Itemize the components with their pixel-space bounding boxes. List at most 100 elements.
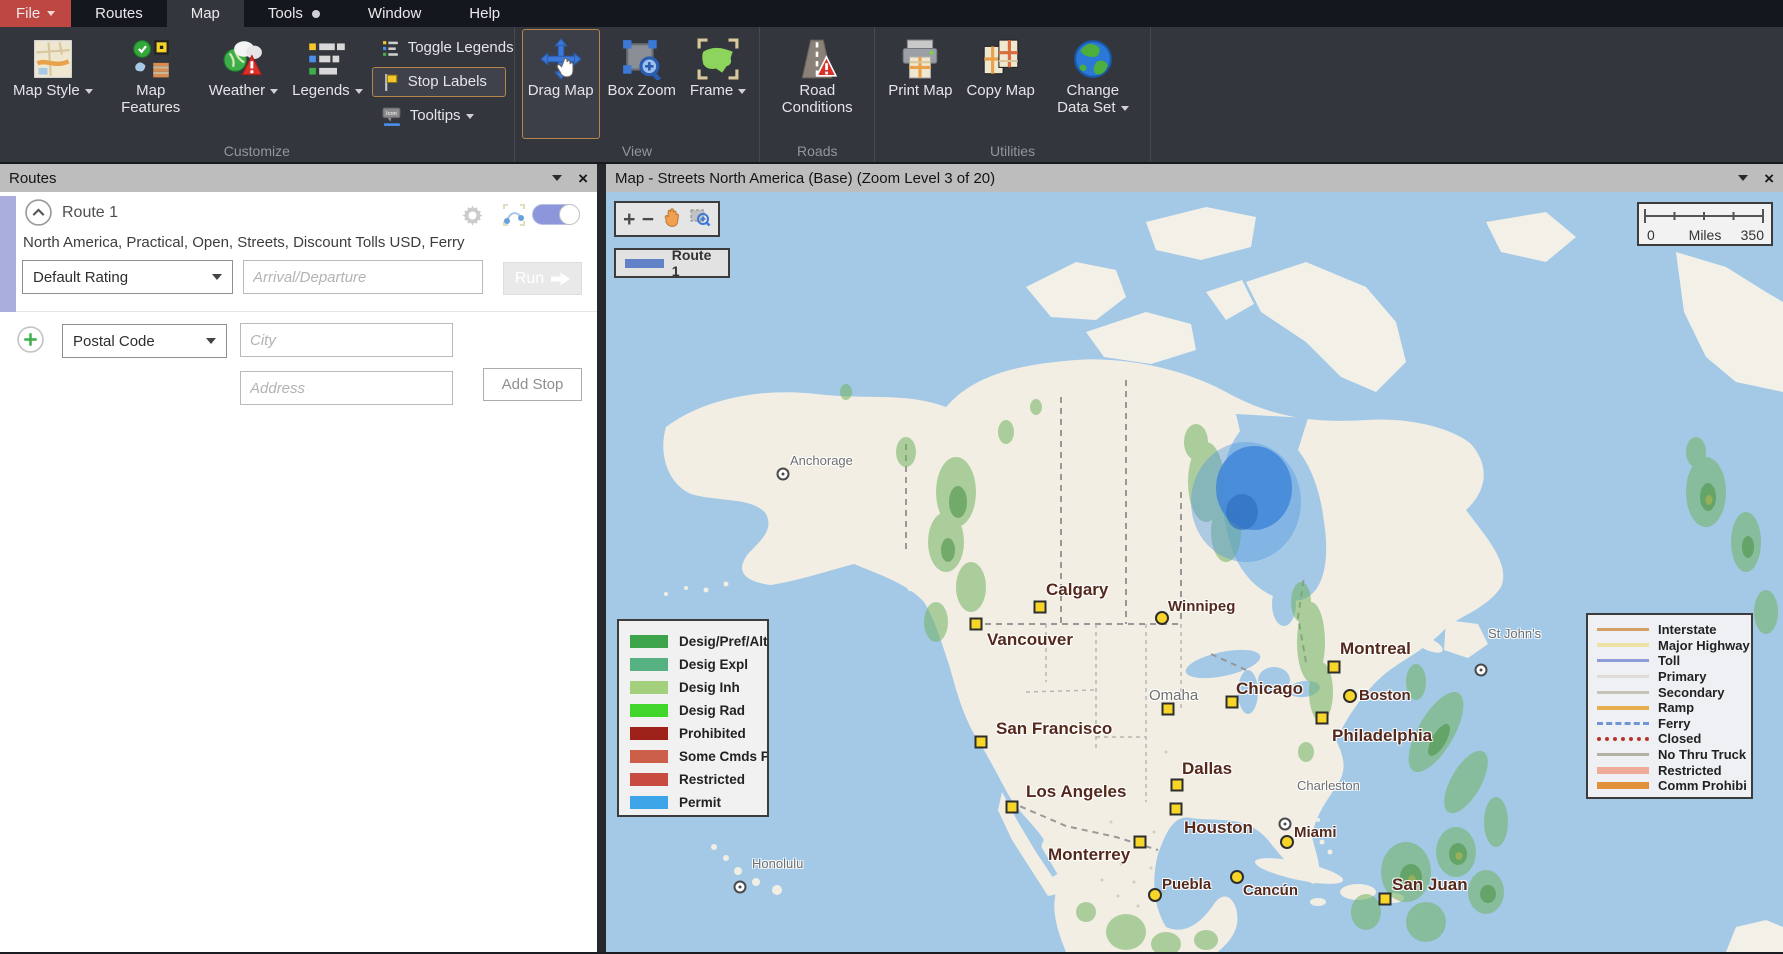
frame-icon	[697, 35, 739, 83]
ribbon-button-road-conditions[interactable]: Road Conditions	[767, 29, 867, 139]
menu-item-help[interactable]: Help	[445, 0, 524, 27]
city-marker-miami[interactable]	[1280, 835, 1294, 849]
stop-labels-icon	[382, 71, 401, 93]
city-marker-omaha[interactable]	[1162, 703, 1175, 716]
city-marker-monterrey[interactable]	[1134, 836, 1147, 849]
menu-item-routes[interactable]: Routes	[71, 0, 167, 27]
city-marker-philadelphia[interactable]	[1316, 712, 1329, 725]
ribbon-button-box-zoom[interactable]: Box Zoom	[602, 29, 682, 139]
address-input[interactable]	[240, 371, 453, 405]
rating-select-value: Default Rating	[33, 269, 128, 286]
add-stop-plus-icon[interactable]	[17, 326, 44, 358]
city-marker-boston[interactable]	[1343, 689, 1357, 703]
city-label-dallas: Dallas	[1182, 759, 1232, 779]
road-conditions-icon	[796, 35, 838, 83]
city-marker-st-john-s[interactable]	[1475, 664, 1488, 677]
status-dot-icon	[312, 10, 320, 18]
ribbon-button-stop-labels[interactable]: Stop Labels	[372, 67, 506, 97]
city-marker-charleston[interactable]	[1279, 818, 1292, 831]
arrival-departure-input[interactable]	[243, 260, 483, 294]
box-zoom-button[interactable]	[689, 206, 711, 233]
route-accent-bar	[0, 196, 16, 312]
legend-line-sample	[1597, 691, 1649, 694]
city-marker-los-angeles[interactable]	[1006, 801, 1019, 814]
run-button[interactable]: Run	[503, 262, 582, 295]
chevron-down-icon	[212, 274, 222, 280]
city-marker-winnipeg[interactable]	[1155, 611, 1169, 625]
legend-label: Ramp	[1658, 700, 1694, 715]
ribbon-group-label: Customize	[6, 141, 508, 162]
city-marker-honolulu[interactable]	[734, 881, 747, 894]
routes-panel-collapse-icon[interactable]	[552, 175, 562, 181]
city-input[interactable]	[240, 323, 453, 357]
menu-item-map[interactable]: Map	[167, 0, 244, 27]
city-label-houston: Houston	[1184, 818, 1253, 838]
ribbon-group-label: View	[521, 141, 754, 162]
legend-label: No Thru Truck	[1658, 747, 1746, 762]
ribbon-button-map-style[interactable]: Map Style	[7, 29, 99, 139]
panel-divider[interactable]	[597, 164, 606, 952]
routes-panel-close-icon[interactable]: ×	[578, 170, 588, 187]
menu-item-tools[interactable]: Tools	[244, 0, 344, 27]
city-marker-vancouver[interactable]	[970, 618, 983, 631]
menu-item-window[interactable]: Window	[344, 0, 445, 27]
road-legend-row-primary: Primary	[1597, 669, 1751, 685]
ribbon-button-map-features[interactable]: Map Features	[101, 29, 201, 139]
road-legend-row-interstate: Interstate	[1597, 622, 1751, 638]
ribbon-button-legends[interactable]: Legends	[286, 29, 369, 139]
route-visibility-toggle[interactable]	[532, 204, 580, 225]
route-settings-gear-icon[interactable]	[461, 204, 484, 232]
geocode-type-select[interactable]: Postal Code	[62, 324, 227, 358]
rating-select[interactable]: Default Rating	[22, 260, 233, 294]
ribbon-button-label: Box Zoom	[608, 83, 676, 100]
ribbon-button-change-data-set[interactable]: Change Data Set	[1043, 29, 1143, 139]
hand-icon	[660, 206, 682, 228]
legend-line-sample	[1597, 782, 1649, 789]
ribbon-button-label: Print Map	[888, 83, 952, 100]
city-marker-puebla[interactable]	[1148, 888, 1162, 902]
map-canvas[interactable]: + − Route 1 0 Miles	[606, 192, 1783, 952]
ribbon-button-print-map[interactable]: Print Map	[882, 29, 958, 139]
weather-icon	[223, 35, 263, 83]
ribbon-button-label: Tooltips	[410, 108, 474, 125]
city-marker-san-juan[interactable]	[1379, 893, 1392, 906]
city-label-los-angeles: Los Angeles	[1026, 782, 1126, 802]
legend-label: Desig Inh	[679, 680, 740, 695]
ribbon-button-weather[interactable]: Weather	[203, 29, 284, 139]
city-marker-calgary[interactable]	[1034, 601, 1047, 614]
map-panel-collapse-icon[interactable]	[1738, 175, 1748, 181]
city-marker-canc-n[interactable]	[1230, 870, 1244, 884]
city-label-chicago: Chicago	[1236, 679, 1303, 699]
road-legend-row-restricted: Restricted	[1597, 762, 1751, 778]
truck-restrictions-legend: Desig/Pref/AltDesig ExplDesig InhDesig R…	[617, 619, 769, 817]
route-path-icon[interactable]	[502, 203, 526, 232]
legend-label: Primary	[1658, 669, 1706, 684]
route-collapse-button[interactable]	[25, 199, 52, 231]
chevron-down-icon	[1121, 106, 1129, 111]
menu-item-file[interactable]: File	[0, 0, 71, 27]
print-map-icon	[899, 35, 941, 83]
city-label-philadelphia: Philadelphia	[1332, 726, 1432, 746]
ribbon-button-drag-map[interactable]: Drag Map	[522, 29, 600, 139]
city-marker-dallas[interactable]	[1171, 779, 1184, 792]
legend-line-sample	[1597, 628, 1649, 631]
road-legend-row-comm-prohibi: Comm Prohibi	[1597, 778, 1751, 794]
map-panel-close-icon[interactable]: ×	[1764, 170, 1774, 187]
ribbon-button-copy-map[interactable]: Copy Map	[960, 29, 1040, 139]
ribbon-button-label: Stop Labels	[408, 74, 487, 91]
city-marker-houston[interactable]	[1170, 803, 1183, 816]
zoom-out-button[interactable]: −	[642, 209, 654, 230]
city-marker-san-francisco[interactable]	[975, 736, 988, 749]
city-marker-anchorage[interactable]	[777, 468, 790, 481]
city-marker-montreal[interactable]	[1328, 661, 1341, 674]
add-stop-button[interactable]: Add Stop	[483, 368, 582, 401]
ribbon-button-toggle-legends[interactable]: Toggle Legends	[372, 33, 506, 63]
route-options-summary: North America, Practical, Open, Streets,…	[23, 234, 563, 251]
city-label-honolulu: Honolulu	[752, 856, 803, 871]
pan-hand-button[interactable]	[660, 206, 682, 233]
city-label-omaha: Omaha	[1149, 687, 1198, 704]
zoom-in-button[interactable]: +	[623, 209, 635, 230]
ribbon-button-tooltips[interactable]: IconTooltips	[372, 101, 506, 131]
road-legend-row-closed: Closed	[1597, 731, 1751, 747]
ribbon-button-frame[interactable]: Frame	[684, 29, 752, 139]
